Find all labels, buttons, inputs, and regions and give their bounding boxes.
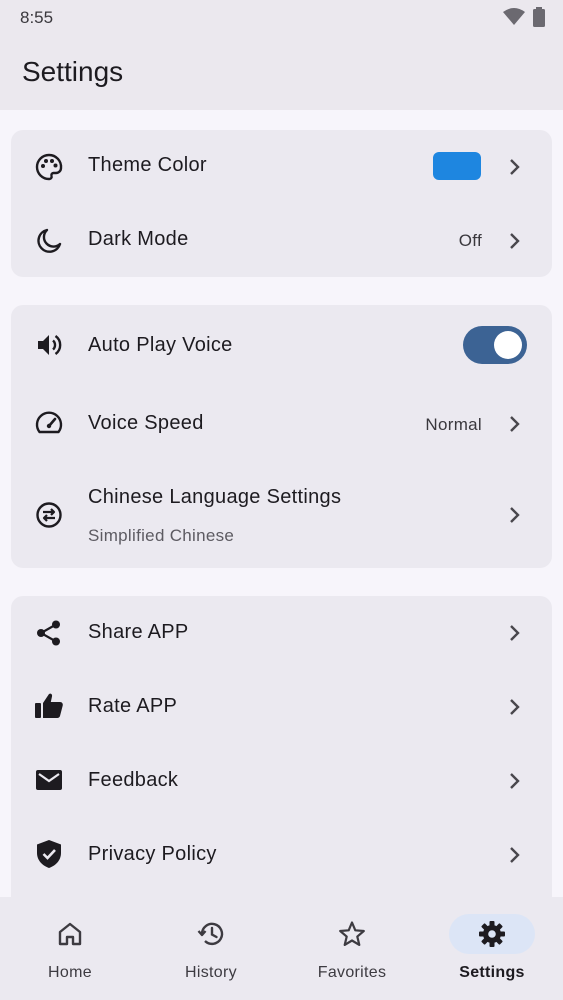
- page-title: Settings: [22, 56, 124, 87]
- bottom-navigation: Home History Favorites Settings: [0, 897, 563, 1000]
- voice-speed-row[interactable]: Voice Speed Normal: [11, 385, 552, 463]
- rate-app-row[interactable]: Rate APP: [11, 669, 552, 743]
- share-icon: [33, 617, 65, 649]
- dark-mode-value: Off: [458, 231, 482, 250]
- status-icons: [503, 7, 545, 27]
- chevron-right-icon: [508, 414, 522, 434]
- share-app-row[interactable]: Share APP: [11, 596, 552, 669]
- rate-app-label: Rate APP: [88, 695, 178, 717]
- privacy-policy-row[interactable]: Privacy Policy: [11, 817, 552, 891]
- chinese-language-row[interactable]: Chinese Language Settings Simplified Chi…: [11, 463, 552, 568]
- theme-color-label: Theme Color: [88, 154, 207, 176]
- mail-icon: [33, 764, 65, 796]
- chevron-right-icon: [508, 845, 522, 865]
- gear-icon: [478, 920, 506, 948]
- toggle-knob: [494, 331, 522, 359]
- chevron-right-icon: [508, 697, 522, 717]
- feedback-label: Feedback: [88, 769, 179, 791]
- app-bar: Settings: [0, 34, 563, 110]
- auto-play-voice-row[interactable]: Auto Play Voice: [11, 305, 552, 385]
- nav-label-favorites: Favorites: [317, 964, 387, 981]
- volume-icon: [33, 329, 65, 361]
- thumbs-up-icon: [33, 690, 65, 722]
- swap-circle-icon: [33, 499, 65, 531]
- nav-item-favorites[interactable]: Favorites: [282, 897, 422, 1000]
- palette-icon: [33, 151, 65, 183]
- status-bar: 8:55: [0, 0, 563, 34]
- nav-item-settings[interactable]: Settings: [422, 897, 562, 1000]
- auto-play-voice-label: Auto Play Voice: [88, 334, 233, 356]
- nav-label-home: Home: [48, 964, 92, 981]
- moon-icon: [33, 225, 65, 257]
- chinese-language-value: Simplified Chinese: [88, 526, 235, 545]
- chinese-language-label: Chinese Language Settings: [88, 486, 342, 508]
- nav-label-settings: Settings: [459, 964, 525, 981]
- wifi-icon: [503, 8, 525, 26]
- nav-label-history: History: [185, 964, 237, 981]
- history-icon: [197, 920, 225, 948]
- feedback-row[interactable]: Feedback: [11, 743, 552, 817]
- chevron-right-icon: [508, 771, 522, 791]
- voice-speed-value: Normal: [425, 415, 482, 434]
- speedometer-icon: [33, 407, 65, 439]
- shield-check-icon: [33, 838, 65, 870]
- nav-item-history[interactable]: History: [141, 897, 281, 1000]
- nav-item-home[interactable]: Home: [0, 897, 140, 1000]
- voice-speed-label: Voice Speed: [88, 412, 204, 434]
- battery-icon: [533, 7, 545, 27]
- theme-color-row[interactable]: Theme Color: [11, 130, 552, 203]
- about-card: Share APP Rate APP Feedback Privacy Poli…: [11, 596, 552, 897]
- appearance-card: Theme Color Dark Mode Off: [11, 130, 552, 277]
- chevron-right-icon: [508, 505, 522, 525]
- home-icon: [56, 920, 84, 948]
- voice-card: Auto Play Voice Voice Speed Normal Chine: [11, 305, 552, 568]
- dark-mode-row[interactable]: Dark Mode Off: [11, 203, 552, 277]
- chevron-right-icon: [508, 157, 522, 177]
- dark-mode-label: Dark Mode: [88, 228, 189, 250]
- status-time: 8:55: [20, 8, 54, 27]
- share-app-label: Share APP: [88, 621, 189, 643]
- chevron-right-icon: [508, 231, 522, 251]
- theme-color-swatch: [433, 152, 481, 180]
- privacy-policy-label: Privacy Policy: [88, 843, 217, 865]
- star-icon: [338, 920, 366, 948]
- chevron-right-icon: [508, 623, 522, 643]
- auto-play-toggle[interactable]: [463, 326, 527, 364]
